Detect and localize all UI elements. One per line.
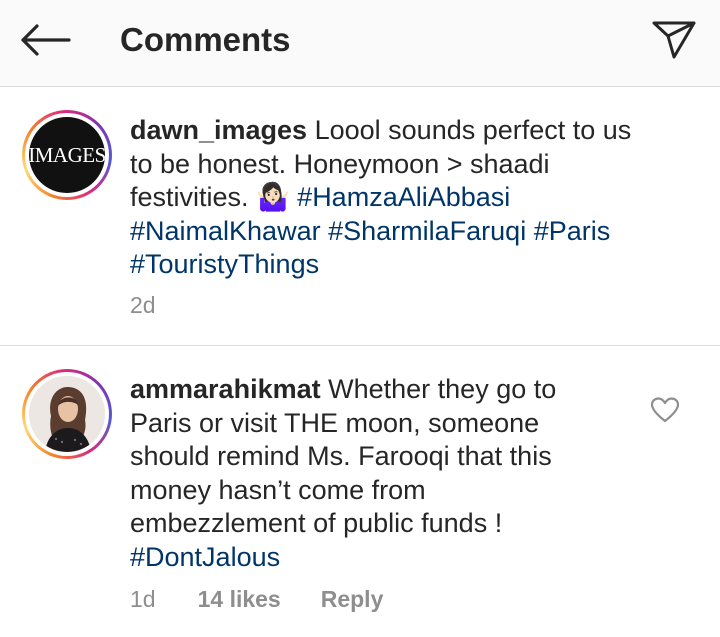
page-title: Comments [120,21,291,58]
avatar[interactable]: IMAGES [22,110,112,200]
images-logo: IMAGES [29,117,105,193]
comment-text: dawn_images Loool sounds perfect to us t… [130,114,640,282]
comment-username[interactable]: ammarahikmat [130,374,321,404]
comments-screen: Comments IMAGES dawn_images Loool sounds… [0,0,720,637]
hashtag-link[interactable]: #Paris [534,216,611,246]
profile-photo [29,376,105,452]
comment-username[interactable]: dawn_images [130,115,307,145]
hashtag-link[interactable]: #NaimalKhawar [130,216,321,246]
hashtag-link[interactable]: #SharmilaFaruqi [328,216,526,246]
back-button[interactable] [14,12,76,68]
reply-button[interactable]: Reply [321,586,384,613]
person-portrait-icon [29,376,105,452]
comment-text: ammarahikmat Whether they go to Paris or… [130,373,580,574]
avatar[interactable] [22,369,112,459]
comment-meta: 1d 14 likes Reply [130,586,383,613]
hashtag-link[interactable]: #HamzaAliAbbasi [297,182,510,212]
share-button[interactable] [646,12,702,68]
like-button[interactable] [650,396,680,424]
comment-item: IMAGES dawn_images Loool sounds perfect … [0,87,720,345]
top-bar: Comments [0,0,720,87]
arrow-left-icon [21,24,71,56]
comment-timestamp: 1d [130,586,156,612]
hashtag-link[interactable]: #TouristyThings [130,249,319,279]
paper-plane-icon [652,21,696,59]
likes-count[interactable]: 14 likes [198,586,281,613]
hashtag-link[interactable]: #DontJalous [130,542,280,572]
logo-text: IMAGES [29,142,105,167]
comment-meta: 2d [130,292,198,319]
comment-timestamp: 2d [130,292,156,318]
comment-item: ammarahikmat Whether they go to Paris or… [0,346,720,637]
heart-outline-icon [650,397,680,423]
